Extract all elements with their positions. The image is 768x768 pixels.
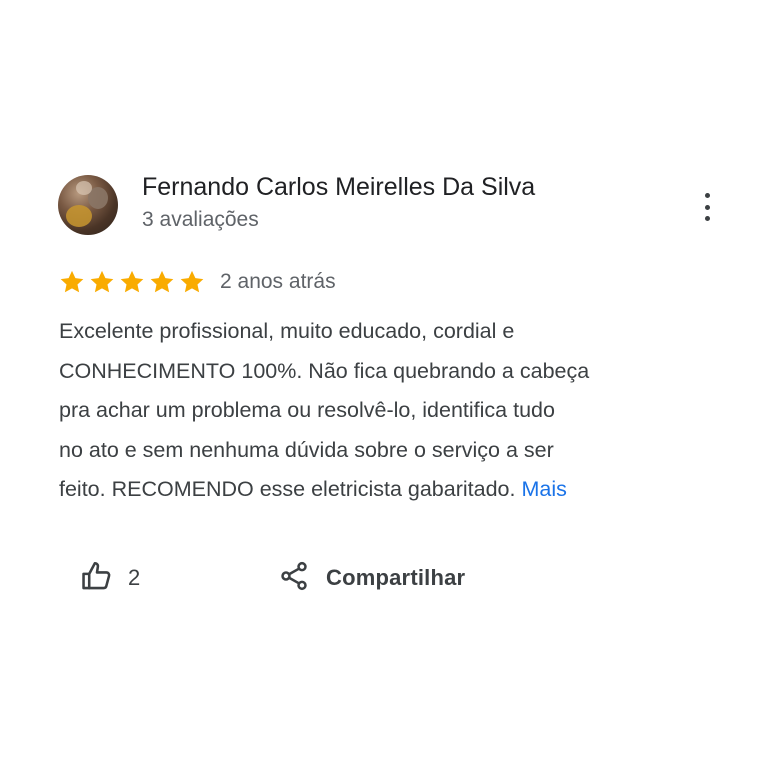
like-button[interactable]: 2 xyxy=(80,558,140,598)
review-text: Excelente profissional, muito educado, c… xyxy=(59,312,719,510)
reviewer-name[interactable]: Fernando Carlos Meirelles Da Silva xyxy=(142,173,535,202)
star-icon xyxy=(148,268,176,296)
review-text-line: Excelente profissional, muito educado, c… xyxy=(59,319,515,343)
thumb-up-icon xyxy=(80,559,114,598)
share-label: Compartilhar xyxy=(326,565,466,590)
review-text-line: CONHECIMENTO 100%. Não fica quebrando a … xyxy=(59,358,590,383)
stars-container xyxy=(58,268,206,296)
review-text-line: pra achar um problema ou resolvê-lo, ide… xyxy=(59,398,555,422)
more-vert-icon[interactable] xyxy=(694,193,720,221)
like-count: 2 xyxy=(128,565,141,590)
review-text-line: no ato e sem nenhuma dúvida sobre o serv… xyxy=(59,437,554,462)
review-card: Fernando Carlos Meirelles Da Silva 3 ava… xyxy=(0,0,768,768)
star-icon xyxy=(118,268,146,296)
avatar[interactable] xyxy=(58,175,118,235)
review-text-line-last: feito. RECOMENDO esse eletricista gabari… xyxy=(59,470,719,510)
share-button[interactable]: Compartilhar xyxy=(278,558,465,598)
more-link[interactable]: Mais xyxy=(521,477,566,501)
reviewer-reviews-count: 3 avaliações xyxy=(142,208,259,231)
star-icon xyxy=(88,268,116,296)
star-icon xyxy=(178,268,206,296)
review-time-ago: 2 anos atrás xyxy=(220,270,336,293)
share-icon xyxy=(278,560,310,597)
star-icon xyxy=(58,268,86,296)
review-actions: 2 Compartilhar xyxy=(80,558,580,598)
star-rating: 2 anos atrás xyxy=(58,268,336,296)
review-text-line: feito. RECOMENDO esse eletricista gabari… xyxy=(59,477,516,501)
